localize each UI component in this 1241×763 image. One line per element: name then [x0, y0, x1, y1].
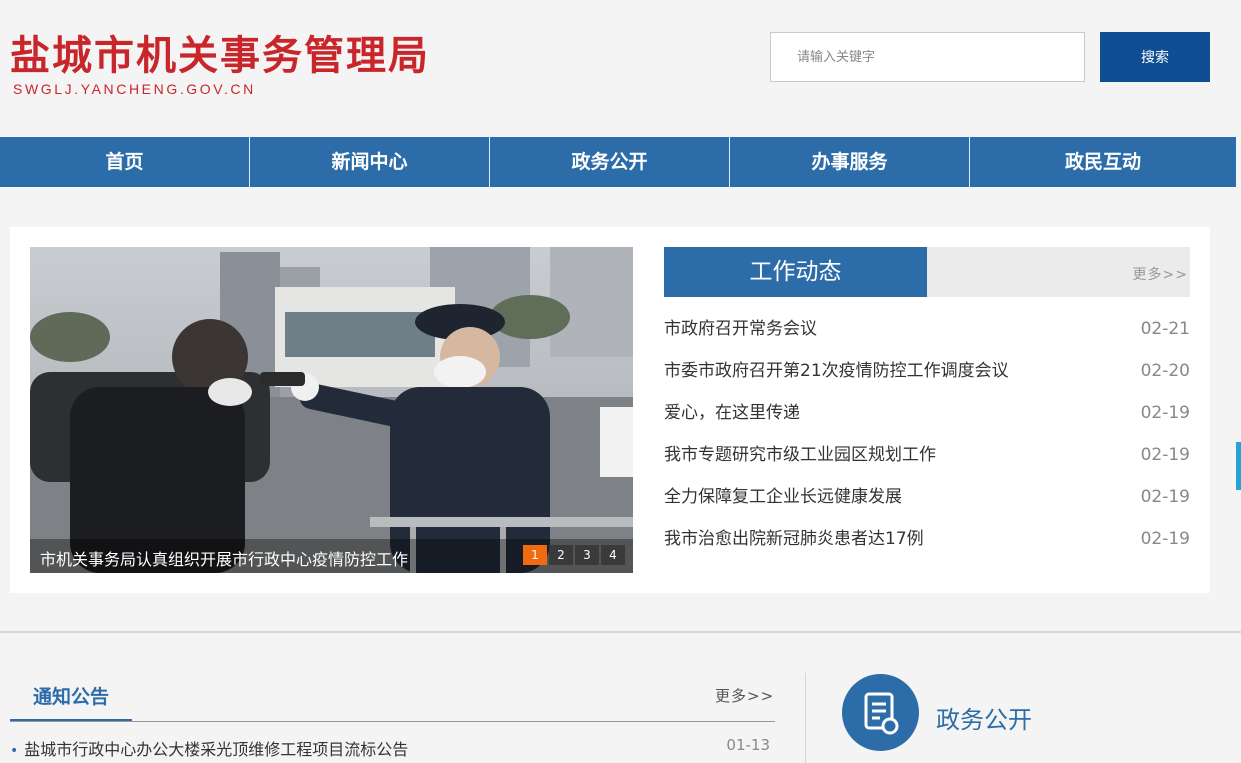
nav-item-gov-affairs[interactable]: 政务公开 — [490, 137, 730, 187]
news-header: 工作动态 更多>> — [664, 247, 1190, 297]
gov-open-label[interactable]: 政务公开 — [936, 700, 1032, 735]
notice-more-link[interactable]: 更多>> — [715, 685, 774, 706]
news-more-link[interactable]: 更多>> — [1133, 264, 1188, 284]
slide-page-2[interactable]: 2 — [549, 545, 573, 565]
notice-underline — [10, 721, 775, 722]
news-tab-work-dynamics[interactable]: 工作动态 — [664, 247, 927, 297]
news-item-date: 02-19 — [1140, 529, 1190, 549]
search-input[interactable] — [770, 32, 1085, 82]
news-item[interactable]: 全力保障复工企业长远健康发展 02-19 — [664, 476, 1190, 518]
news-item-date: 02-21 — [1140, 319, 1190, 339]
nav-item-news-center[interactable]: 新闻中心 — [250, 137, 490, 187]
slide-photo[interactable] — [30, 247, 633, 573]
side-floating-tab[interactable] — [1236, 442, 1241, 490]
slide-caption[interactable]: 市机关事务局认真组织开展市行政中心疫情防控工作 — [40, 546, 408, 570]
column-divider — [805, 673, 806, 763]
site-title[interactable]: 盐城市机关事务管理局 — [10, 30, 430, 82]
nav-item-interaction[interactable]: 政民互动 — [970, 137, 1236, 187]
document-check-icon[interactable] — [842, 674, 919, 751]
news-item[interactable]: 市委市政府召开第21次疫情防控工作调度会议 02-20 — [664, 350, 1190, 392]
notice-item-title[interactable]: 盐城市行政中心办公大楼采光顶维修工程项目流标公告 — [24, 740, 408, 759]
news-item-date: 02-19 — [1140, 487, 1190, 507]
news-item-date: 02-19 — [1140, 403, 1190, 423]
section-divider — [0, 631, 1241, 633]
site-domain: SWGLJ.YANCHENG.GOV.CN — [13, 81, 256, 97]
notice-tab[interactable]: 通知公告 — [10, 675, 132, 721]
nav-item-home[interactable]: 首页 — [0, 137, 250, 187]
slide-page-3[interactable]: 3 — [575, 545, 599, 565]
news-item-date: 02-19 — [1140, 445, 1190, 465]
nav-item-services[interactable]: 办事服务 — [730, 137, 970, 187]
notice-item-date: 01-13 — [726, 736, 770, 754]
news-item-title[interactable]: 我市治愈出院新冠肺炎患者达17例 — [664, 518, 924, 560]
slide-page-4[interactable]: 4 — [601, 545, 625, 565]
main-nav: 首页 新闻中心 政务公开 办事服务 政民互动 — [0, 137, 1236, 187]
bullet-icon: • — [10, 743, 19, 759]
news-item[interactable]: 爱心，在这里传递 02-19 — [664, 392, 1190, 434]
news-item-date: 02-20 — [1140, 361, 1190, 381]
slide-caption-bar: 市机关事务局认真组织开展市行政中心疫情防控工作 1 2 3 4 — [30, 539, 633, 573]
news-item-title[interactable]: 市委市政府召开第21次疫情防控工作调度会议 — [664, 350, 1009, 392]
news-item[interactable]: 我市治愈出院新冠肺炎患者达17例 02-19 — [664, 518, 1190, 560]
image-slider[interactable]: 市机关事务局认真组织开展市行政中心疫情防控工作 1 2 3 4 — [30, 247, 633, 573]
news-item-title[interactable]: 我市专题研究市级工业园区规划工作 — [664, 434, 936, 476]
notice-item[interactable]: • 盐城市行政中心办公大楼采光顶维修工程项目流标公告 01-13 — [10, 736, 770, 760]
news-item[interactable]: 市政府召开常务会议 02-21 — [664, 308, 1190, 350]
news-list: 市政府召开常务会议 02-21 市委市政府召开第21次疫情防控工作调度会议 02… — [664, 308, 1190, 560]
news-item-title[interactable]: 市政府召开常务会议 — [664, 308, 817, 350]
slide-page-1[interactable]: 1 — [523, 545, 547, 565]
news-item[interactable]: 我市专题研究市级工业园区规划工作 02-19 — [664, 434, 1190, 476]
news-item-title[interactable]: 爱心，在这里传递 — [664, 392, 800, 434]
slide-pagination: 1 2 3 4 — [523, 545, 625, 565]
news-item-title[interactable]: 全力保障复工企业长远健康发展 — [664, 476, 902, 518]
search-button[interactable]: 搜索 — [1100, 32, 1210, 82]
